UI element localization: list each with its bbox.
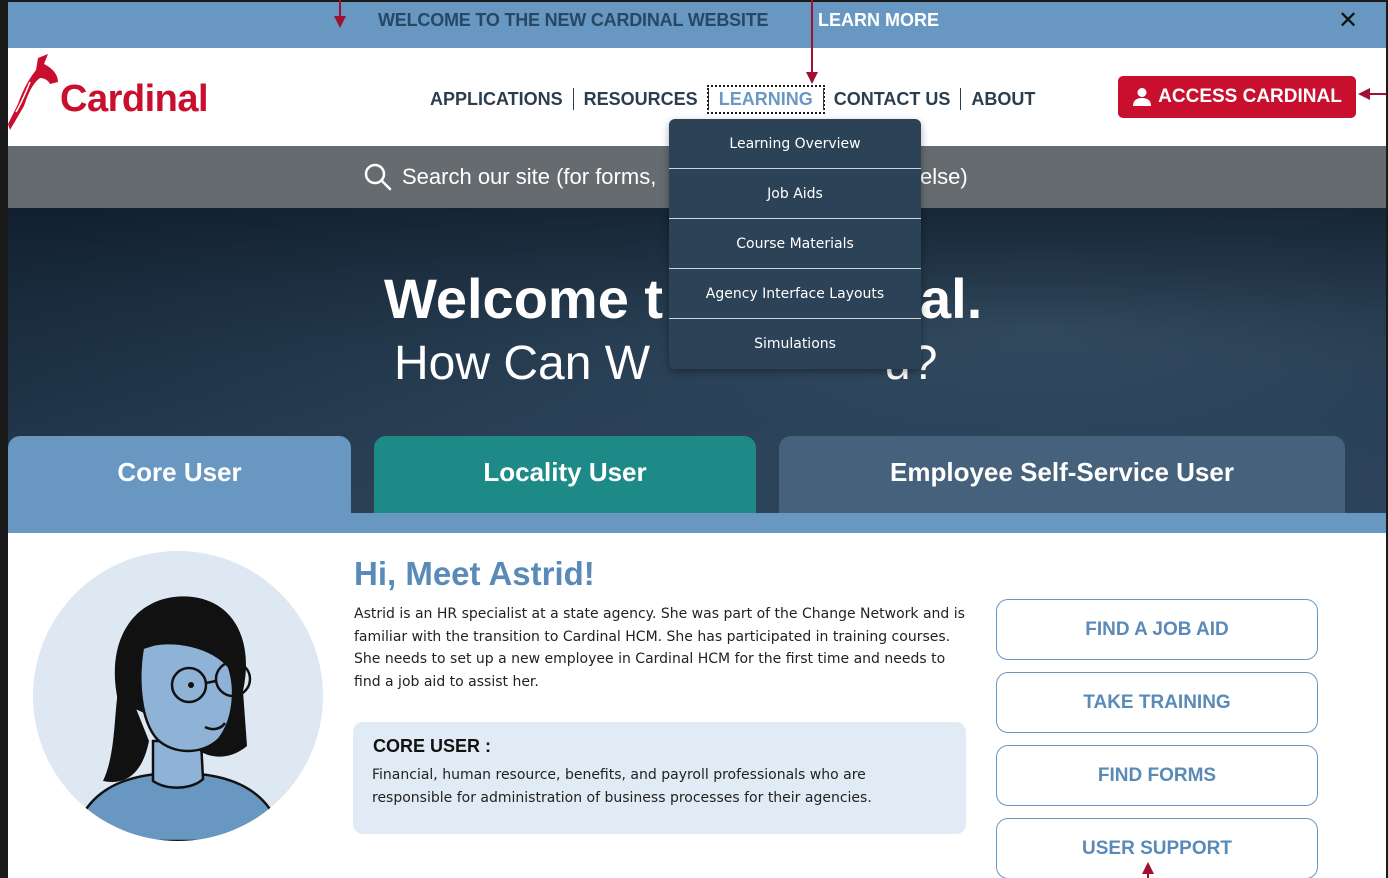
nav-learning[interactable]: LEARNING	[706, 84, 825, 114]
close-banner-icon[interactable]: ✕	[1338, 6, 1358, 35]
learn-more-link[interactable]: LEARN MORE	[818, 10, 939, 31]
access-cardinal-label: ACCESS CARDINAL	[1158, 86, 1342, 107]
hero-title-right: al.	[920, 267, 983, 330]
hero-subtitle-left: How Can W	[394, 337, 651, 390]
tab-locality-user[interactable]: Locality User	[374, 436, 756, 513]
menu-item-simulations[interactable]: Simulations	[669, 319, 921, 369]
tab-employee-self-service-user[interactable]: Employee Self-Service User	[779, 436, 1345, 513]
nav-applications[interactable]: APPLICATIONS	[420, 89, 573, 110]
menu-item-agency-interface-layouts[interactable]: Agency Interface Layouts	[669, 269, 921, 319]
core-user-title: CORE USER :	[373, 736, 492, 756]
search-placeholder-left: Search our site (for forms,	[402, 164, 657, 189]
nav-divider	[707, 88, 709, 110]
hero-title-left: Welcome t	[384, 267, 664, 330]
access-cardinal-button[interactable]: ACCESS CARDINAL	[1118, 76, 1356, 118]
menu-item-learning-overview[interactable]: Learning Overview	[669, 119, 921, 169]
annotation-arrow-banner	[334, 0, 346, 28]
main-nav: APPLICATIONS RESOURCES LEARNING CONTACT …	[420, 84, 1045, 114]
page-frame: WELCOME TO THE NEW CARDINAL WEBSITE LEAR…	[0, 0, 1388, 878]
search-icon	[364, 163, 392, 191]
find-a-job-aid-button[interactable]: FIND A JOB AID	[996, 599, 1318, 660]
menu-item-job-aids[interactable]: Job Aids	[669, 169, 921, 219]
astrid-avatar	[33, 551, 323, 841]
annotation-arrow-access	[1358, 88, 1386, 100]
nav-contact-us[interactable]: CONTACT US	[824, 89, 961, 110]
banner-text: WELCOME TO THE NEW CARDINAL WEBSITE	[378, 10, 769, 30]
announcement-banner: WELCOME TO THE NEW CARDINAL WEBSITE LEAR…	[8, 0, 1386, 48]
search-placeholder-right: else)	[920, 164, 968, 189]
core-user-info-box: CORE USER : Financial, human resource, b…	[353, 722, 966, 834]
nav-resources[interactable]: RESOURCES	[574, 89, 708, 110]
menu-item-course-materials[interactable]: Course Materials	[669, 219, 921, 269]
learning-dropdown-menu: Learning Overview Job Aids Course Materi…	[669, 119, 921, 369]
take-training-button[interactable]: TAKE TRAINING	[996, 672, 1318, 733]
nav-about[interactable]: ABOUT	[961, 89, 1045, 110]
tab-core-user[interactable]: Core User	[8, 436, 351, 513]
cardinal-logo[interactable]: Cardinal	[8, 54, 218, 134]
annotation-arrow-user-support	[1142, 862, 1154, 878]
astrid-illustration	[71, 596, 285, 841]
intro-title: Hi, Meet Astrid!	[354, 555, 595, 592]
logo-text: Cardinal	[60, 78, 209, 120]
intro-description: Astrid is an HR specialist at a state ag…	[354, 606, 965, 690]
user-icon	[1133, 88, 1152, 106]
tab-underline-strip	[8, 513, 1386, 533]
annotation-arrow-learning	[806, 0, 818, 84]
find-forms-button[interactable]: FIND FORMS	[996, 745, 1318, 806]
core-user-description: Financial, human resource, benefits, and…	[372, 767, 872, 806]
cardinal-bird-icon	[8, 54, 58, 130]
